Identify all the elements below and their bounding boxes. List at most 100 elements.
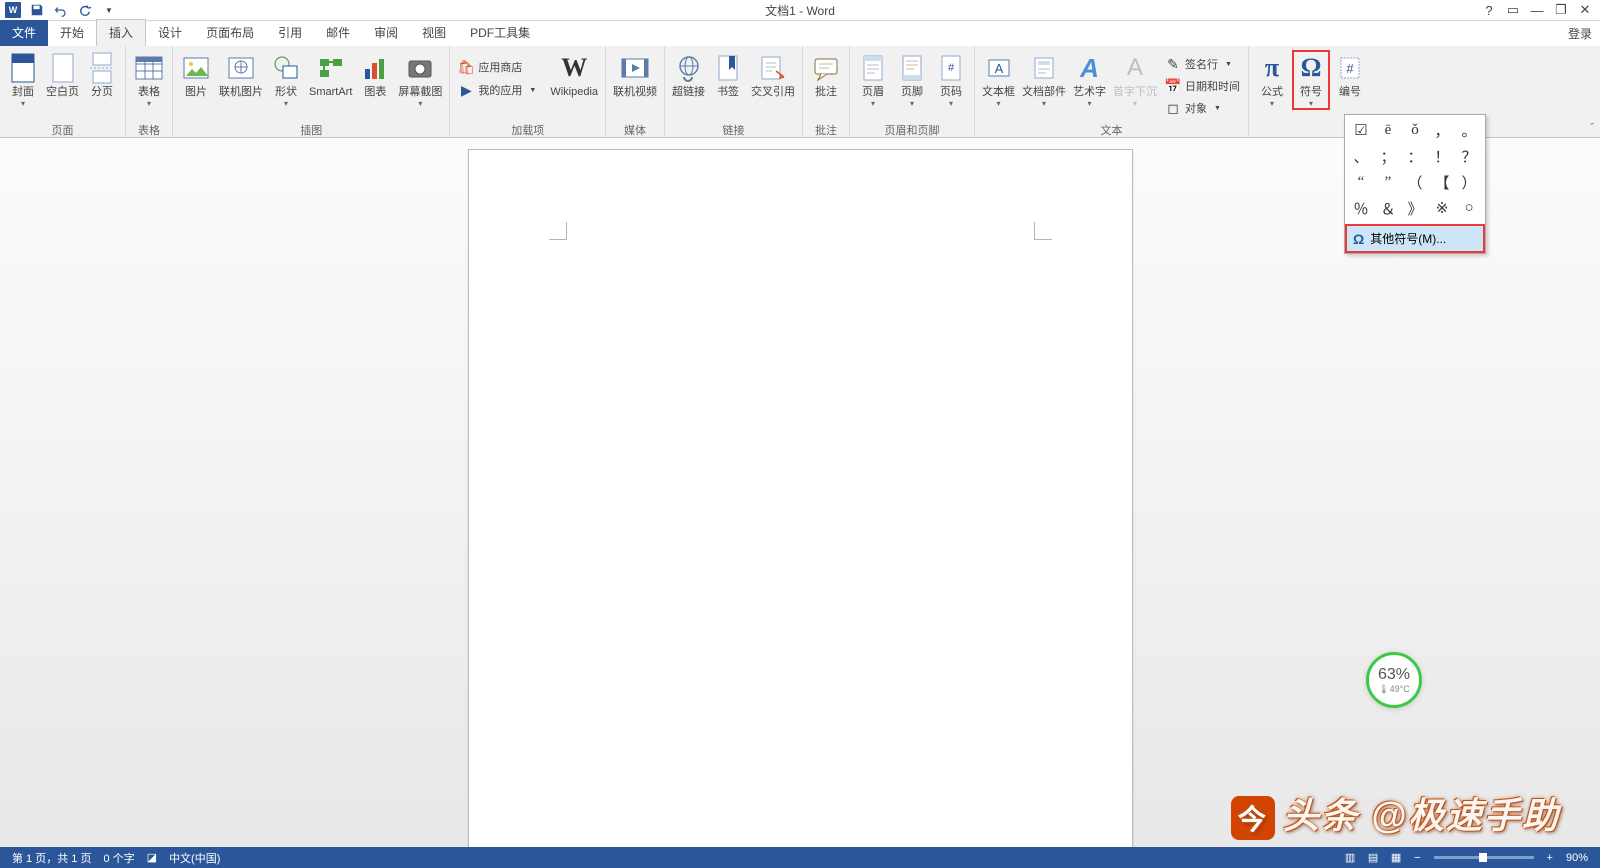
symbol-item[interactable]: （ bbox=[1402, 170, 1428, 195]
online-picture-button[interactable]: 联机图片 bbox=[216, 50, 266, 101]
store-button[interactable]: 🛍应用商店 bbox=[454, 56, 540, 78]
page-break-button[interactable]: 分页 bbox=[83, 50, 121, 101]
symbol-item[interactable]: ※ bbox=[1429, 196, 1455, 221]
picture-button[interactable]: 图片 bbox=[177, 50, 215, 101]
page[interactable] bbox=[468, 149, 1133, 847]
minimize-button[interactable]: — bbox=[1526, 1, 1548, 19]
equation-button[interactable]: π公式▾ bbox=[1253, 50, 1291, 110]
blank-page-button[interactable]: 空白页 bbox=[43, 50, 82, 101]
chart-icon bbox=[359, 52, 391, 84]
app-icon[interactable]: W bbox=[2, 1, 24, 19]
textbox-button[interactable]: A文本框▾ bbox=[979, 50, 1018, 110]
chart-button[interactable]: 图表 bbox=[356, 50, 394, 101]
pagenum-button[interactable]: #页码▾ bbox=[932, 50, 970, 110]
maximize-button[interactable]: ❐ bbox=[1550, 1, 1572, 19]
shapes-button[interactable]: 形状▾ bbox=[267, 50, 305, 110]
svg-text:A: A bbox=[994, 61, 1003, 76]
crossref-button[interactable]: 交叉引用 bbox=[748, 50, 798, 101]
more-symbols-button[interactable]: Ω 其他符号(M)... bbox=[1345, 224, 1485, 253]
hyperlink-button[interactable]: 超链接 bbox=[669, 50, 708, 101]
symbol-item[interactable]: ％ bbox=[1348, 196, 1374, 221]
symbol-item[interactable]: ǒ bbox=[1402, 118, 1428, 143]
tab-mailings[interactable]: 邮件 bbox=[314, 20, 362, 46]
symbol-item[interactable]: ： bbox=[1402, 144, 1428, 169]
symbol-item[interactable]: ” bbox=[1375, 170, 1401, 195]
bookmark-button[interactable]: 书签 bbox=[709, 50, 747, 101]
print-layout-button[interactable]: ▤ bbox=[1362, 851, 1384, 864]
screenshot-button[interactable]: 屏幕截图▾ bbox=[395, 50, 445, 110]
symbol-item[interactable]: “ bbox=[1348, 170, 1374, 195]
ribbon-display-button[interactable]: ▭ bbox=[1502, 1, 1524, 19]
tab-review[interactable]: 审阅 bbox=[362, 20, 410, 46]
web-layout-button[interactable]: ▦ bbox=[1385, 851, 1407, 864]
symbol-item[interactable]: ○ bbox=[1456, 196, 1482, 221]
cover-page-button[interactable]: 封面▾ bbox=[4, 50, 42, 110]
symbol-item[interactable]: 【 bbox=[1429, 170, 1455, 195]
status-bar: 第 1 页，共 1 页 0 个字 ◪ 中文(中国) ▥ ▤ ▦ − + 90% bbox=[0, 847, 1600, 868]
symbol-item[interactable]: ； bbox=[1375, 144, 1401, 169]
dropcap-button[interactable]: A首字下沉▾ bbox=[1110, 50, 1160, 110]
zoom-thumb[interactable] bbox=[1479, 853, 1487, 862]
footer-button[interactable]: 页脚▾ bbox=[893, 50, 931, 110]
read-mode-button[interactable]: ▥ bbox=[1339, 851, 1361, 864]
symbol-item[interactable]: ＆ bbox=[1375, 196, 1401, 221]
zoom-in-button[interactable]: + bbox=[1541, 852, 1559, 864]
title-bar: W ▼ 文档1 - Word ? ▭ — ❐ ✕ bbox=[0, 0, 1600, 21]
wikipedia-button[interactable]: WWikipedia bbox=[547, 50, 601, 101]
myapps-button[interactable]: ▶我的应用▼ bbox=[454, 79, 540, 101]
symbol-item[interactable]: ē bbox=[1375, 118, 1401, 143]
close-button[interactable]: ✕ bbox=[1574, 1, 1596, 19]
status-proofing[interactable]: ◪ bbox=[141, 847, 163, 868]
qat-customize[interactable]: ▼ bbox=[98, 1, 120, 19]
collapse-ribbon-button[interactable]: ˆ bbox=[1590, 122, 1594, 134]
header-button[interactable]: 页眉▾ bbox=[854, 50, 892, 110]
number-button[interactable]: #编号 bbox=[1331, 50, 1369, 101]
undo-button[interactable] bbox=[50, 1, 72, 19]
tab-view[interactable]: 视图 bbox=[410, 20, 458, 46]
status-page[interactable]: 第 1 页，共 1 页 bbox=[6, 847, 97, 868]
object-button[interactable]: ◻对象▼ bbox=[1161, 97, 1244, 119]
quickparts-button[interactable]: 文档部件▾ bbox=[1019, 50, 1069, 110]
tab-insert[interactable]: 插入 bbox=[96, 19, 146, 46]
wordart-button[interactable]: A艺术字▾ bbox=[1070, 50, 1109, 110]
status-words[interactable]: 0 个字 bbox=[97, 847, 140, 868]
symbol-item[interactable]: ， bbox=[1429, 118, 1455, 143]
symbol-item[interactable]: 、 bbox=[1348, 144, 1374, 169]
system-monitor-widget[interactable]: 63% 🌡49°C bbox=[1366, 652, 1422, 708]
tab-file[interactable]: 文件 bbox=[0, 20, 48, 46]
textbox-icon: A bbox=[983, 52, 1015, 84]
sigline-button[interactable]: ✎签名行▼ bbox=[1161, 53, 1244, 75]
margin-mark bbox=[549, 222, 567, 240]
save-button[interactable] bbox=[26, 1, 48, 19]
symbol-item[interactable]: ） bbox=[1456, 170, 1482, 195]
symbol-item[interactable]: 》 bbox=[1402, 196, 1428, 221]
picture-icon bbox=[180, 52, 212, 84]
symbol-item[interactable]: ☑ bbox=[1348, 118, 1374, 143]
login-link[interactable]: 登录 bbox=[1568, 25, 1592, 42]
date-icon: 📅 bbox=[1165, 78, 1181, 94]
bookmark-icon bbox=[712, 52, 744, 84]
smartart-button[interactable]: SmartArt bbox=[306, 50, 355, 101]
symbol-item[interactable]: ？ bbox=[1456, 144, 1482, 169]
tab-pdf[interactable]: PDF工具集 bbox=[458, 20, 542, 46]
tab-layout[interactable]: 页面布局 bbox=[194, 20, 266, 46]
help-button[interactable]: ? bbox=[1478, 1, 1500, 19]
zoom-out-button[interactable]: − bbox=[1408, 852, 1426, 864]
margin-mark bbox=[1034, 222, 1052, 240]
online-video-button[interactable]: 联机视频 bbox=[610, 50, 660, 101]
symbol-button[interactable]: Ω符号▾ bbox=[1292, 50, 1330, 110]
zoom-slider[interactable] bbox=[1434, 856, 1534, 859]
symbol-item[interactable]: ！ bbox=[1429, 144, 1455, 169]
comment-button[interactable]: 批注 bbox=[807, 50, 845, 101]
datetime-button[interactable]: 📅日期和时间 bbox=[1161, 75, 1244, 97]
store-icon: 🛍 bbox=[458, 59, 474, 75]
redo-button[interactable] bbox=[74, 1, 96, 19]
tab-home[interactable]: 开始 bbox=[48, 20, 96, 46]
table-button[interactable]: 表格▾ bbox=[130, 50, 168, 110]
status-language[interactable]: 中文(中国) bbox=[163, 847, 226, 868]
online-picture-icon bbox=[225, 52, 257, 84]
symbol-item[interactable]: 。 bbox=[1456, 118, 1482, 143]
zoom-level[interactable]: 90% bbox=[1560, 852, 1594, 864]
tab-design[interactable]: 设计 bbox=[146, 20, 194, 46]
tab-references[interactable]: 引用 bbox=[266, 20, 314, 46]
